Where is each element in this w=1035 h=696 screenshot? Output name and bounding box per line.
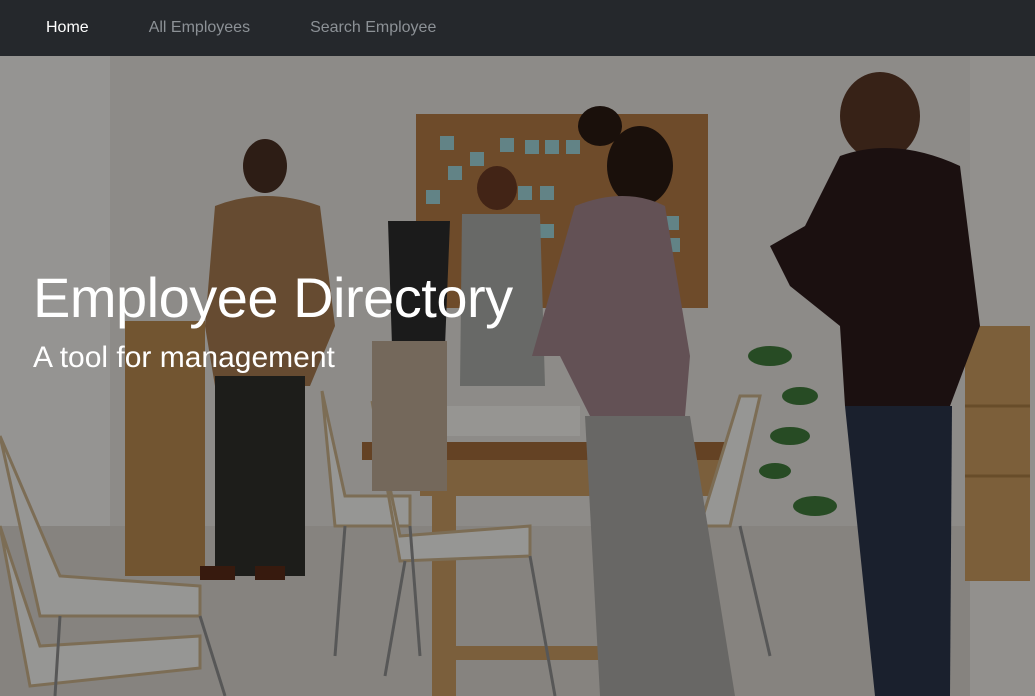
- hero-dark-overlay: [0, 56, 1035, 696]
- hero-subtitle: A tool for management: [33, 341, 335, 374]
- nav-search-employee-link[interactable]: Search Employee: [310, 0, 436, 56]
- nav-all-employees-link[interactable]: All Employees: [149, 0, 250, 56]
- hero-title: Employee Directory: [33, 266, 513, 329]
- top-navbar: Home All Employees Search Employee: [0, 0, 1035, 56]
- hero-banner: Employee Directory A tool for management: [0, 56, 1035, 696]
- nav-home-link[interactable]: Home: [46, 0, 89, 56]
